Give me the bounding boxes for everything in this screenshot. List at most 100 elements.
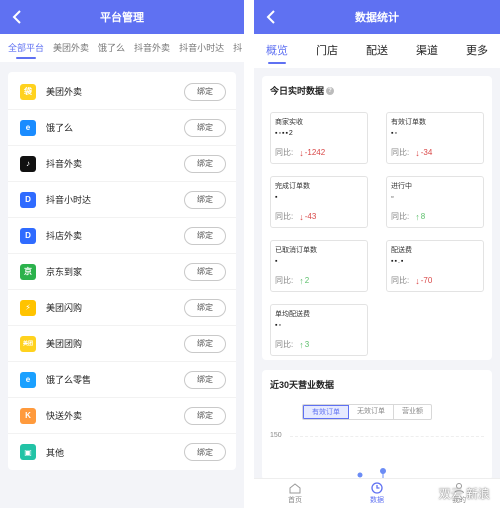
home-icon bbox=[289, 482, 301, 493]
meituan-tuangou-icon: 美团 bbox=[20, 335, 36, 352]
tab-douyin-hour[interactable]: 抖音小时达 bbox=[179, 34, 224, 62]
compare-value: 2 bbox=[304, 276, 310, 285]
stats-tabs: 概览 门店 配送 渠道 更多 bbox=[254, 34, 500, 68]
platform-row: D 抖音小时达 绑定 bbox=[8, 182, 236, 218]
metric-tile[interactable]: 配送费 ▪▪.▪ 同比: ↓ -70 bbox=[386, 240, 484, 292]
metric-value: ▪▪.▪ bbox=[391, 258, 405, 265]
right-top-bar: 数据统计 bbox=[254, 0, 500, 34]
bind-button[interactable]: 绑定 bbox=[184, 262, 226, 281]
tab-more[interactable]: 更多 bbox=[466, 34, 488, 68]
meituan-shangou-icon: ⚡ bbox=[20, 299, 36, 316]
tab-more-clipped[interactable]: 抖 bbox=[233, 34, 242, 62]
realtime-data-card: 今日实时数据 ? 商家实收 ▪▫▪▪2 同比: ↓ -1242 有效订单数 ▪▫ 同比: ↓ -3… bbox=[262, 76, 492, 360]
compare-value: -1242 bbox=[304, 148, 326, 157]
back-button[interactable] bbox=[6, 6, 28, 28]
bind-button[interactable]: 绑定 bbox=[184, 190, 226, 209]
bind-button[interactable]: 绑定 bbox=[184, 370, 226, 389]
platform-name: 快送外卖 bbox=[46, 411, 83, 421]
tab-channel[interactable]: 渠道 bbox=[416, 34, 438, 68]
bind-button[interactable]: 绑定 bbox=[184, 443, 226, 461]
metric-value: ▪ bbox=[275, 194, 279, 201]
platform-row: e 饿了么零售 绑定 bbox=[8, 362, 236, 398]
tab-delivery[interactable]: 配送 bbox=[366, 34, 388, 68]
platform-row: D 抖店外卖 绑定 bbox=[8, 218, 236, 254]
data-statistics-screen: 数据统计 概览 门店 配送 渠道 更多 今日实时数据 ? 商家实收 ▪▫▪▪2 同比… bbox=[254, 0, 500, 508]
metric-tile[interactable]: 有效订单数 ▪▫ 同比: ↓ -34 bbox=[386, 112, 484, 164]
nav-home-label: 首页 bbox=[288, 496, 302, 504]
platform-row: 美团 美团团购 绑定 bbox=[8, 326, 236, 362]
metric-label: 商家实收 bbox=[275, 119, 303, 126]
compare-value: -34 bbox=[420, 148, 433, 157]
metric-tile[interactable]: 单均配送费 ▪▫ 同比: ↑ 3 bbox=[270, 304, 368, 356]
back-button[interactable] bbox=[260, 6, 282, 28]
platform-row: ⚡ 美团闪购 绑定 bbox=[8, 290, 236, 326]
bind-button[interactable]: 绑定 bbox=[184, 154, 226, 173]
metric-compare: 同比: ↓ -1242 bbox=[275, 147, 325, 158]
compare-label: 同比: bbox=[391, 212, 410, 221]
compare-value: 3 bbox=[304, 340, 310, 349]
nav-data-label: 数据 bbox=[370, 497, 384, 504]
trend-arrow-icon: ↓ bbox=[415, 147, 420, 158]
metric-value: ▪▫▪▪2 bbox=[275, 130, 294, 137]
metric-tile[interactable]: 已取消订单数 ▪ 同比: ↑ 2 bbox=[270, 240, 368, 292]
platform-tabs: 全部平台 美团外卖 饿了么 抖音外卖 抖音小时达 抖 bbox=[0, 34, 244, 62]
trend-card: 近30天营业数据 有效订单 无效订单 营业额 150 bbox=[262, 370, 492, 480]
page-title: 平台管理 bbox=[100, 12, 144, 24]
metric-value: ▪ bbox=[275, 258, 279, 265]
metric-label: 配送费 bbox=[391, 247, 412, 254]
tab-all-platforms[interactable]: 全部平台 bbox=[8, 34, 44, 62]
platform-name: 美团外卖 bbox=[46, 87, 83, 97]
trend-arrow-icon: ↑ bbox=[299, 275, 304, 286]
jd-daojia-icon: 京 bbox=[20, 263, 36, 280]
trend-arrow-icon: ↓ bbox=[299, 147, 304, 158]
data-clock-icon bbox=[371, 482, 383, 494]
compare-label: 同比: bbox=[275, 276, 294, 285]
trend-arrow-icon: ↓ bbox=[415, 275, 420, 286]
eleme-retail-icon: e bbox=[20, 371, 36, 388]
tab-overview[interactable]: 概览 bbox=[266, 34, 288, 68]
metric-label: 已取消订单数 bbox=[275, 247, 317, 254]
compare-label: 同比: bbox=[275, 148, 294, 157]
trend-chart-points bbox=[357, 468, 386, 480]
bind-button[interactable]: 绑定 bbox=[184, 226, 226, 245]
platform-name: 抖店外卖 bbox=[46, 231, 83, 241]
metric-value: ▪▫ bbox=[275, 322, 282, 329]
platform-row: e 饿了么 绑定 bbox=[8, 110, 236, 146]
bind-button[interactable]: 绑定 bbox=[184, 298, 226, 317]
compare-value: -70 bbox=[420, 276, 433, 285]
douyin-icon: ♪ bbox=[20, 155, 36, 172]
nav-data[interactable]: 数据 bbox=[336, 479, 418, 508]
tab-eleme[interactable]: 饿了么 bbox=[98, 34, 125, 62]
tab-douyin-waimai[interactable]: 抖音外卖 bbox=[134, 34, 170, 62]
compare-label: 同比: bbox=[275, 212, 294, 221]
bind-button[interactable]: 绑定 bbox=[184, 118, 226, 137]
chevron-left-icon bbox=[12, 10, 21, 24]
metric-tile[interactable]: 商家实收 ▪▫▪▪2 同比: ↓ -1242 bbox=[270, 112, 368, 164]
help-icon[interactable]: ? bbox=[326, 86, 335, 95]
metric-tile[interactable]: 进行中 ▫ 同比: ↑ 8 bbox=[386, 176, 484, 228]
metric-compare: 同比: ↑ 2 bbox=[275, 275, 309, 286]
other-cube-icon: ▣ bbox=[20, 444, 36, 460]
platform-name: 美团团购 bbox=[46, 339, 83, 349]
platform-row: ♪ 抖音外卖 绑定 bbox=[8, 146, 236, 182]
eleme-icon: e bbox=[20, 119, 36, 136]
platform-name: 饿了么零售 bbox=[46, 375, 92, 385]
watermark: 双云 新浪 bbox=[438, 487, 490, 501]
metric-tile[interactable]: 完成订单数 ▪ 同比: ↓ -43 bbox=[270, 176, 368, 228]
bind-button[interactable]: 绑定 bbox=[184, 334, 226, 353]
bind-button[interactable]: 绑定 bbox=[184, 82, 226, 101]
metric-compare: 同比: ↓ -34 bbox=[391, 147, 432, 158]
nav-home[interactable]: 首页 bbox=[254, 479, 336, 508]
metric-compare: 同比: ↑ 8 bbox=[391, 211, 425, 222]
tab-store[interactable]: 门店 bbox=[316, 34, 338, 68]
page-title: 数据统计 bbox=[355, 12, 399, 24]
metric-compare: 同比: ↓ -43 bbox=[275, 211, 316, 222]
kuaisong-icon: K bbox=[20, 407, 36, 424]
bind-button[interactable]: 绑定 bbox=[184, 406, 226, 425]
platform-name: 抖音小时达 bbox=[46, 195, 92, 205]
platform-management-screen: 平台管理 全部平台 美团外卖 饿了么 抖音外卖 抖音小时达 抖 袋美团外卖 绑定 e… bbox=[0, 0, 244, 508]
left-top-bar: 平台管理 bbox=[0, 0, 244, 34]
platform-name: 京东到家 bbox=[46, 267, 83, 277]
chart-point bbox=[357, 472, 363, 478]
tab-meituan-waimai[interactable]: 美团外卖 bbox=[53, 34, 89, 62]
